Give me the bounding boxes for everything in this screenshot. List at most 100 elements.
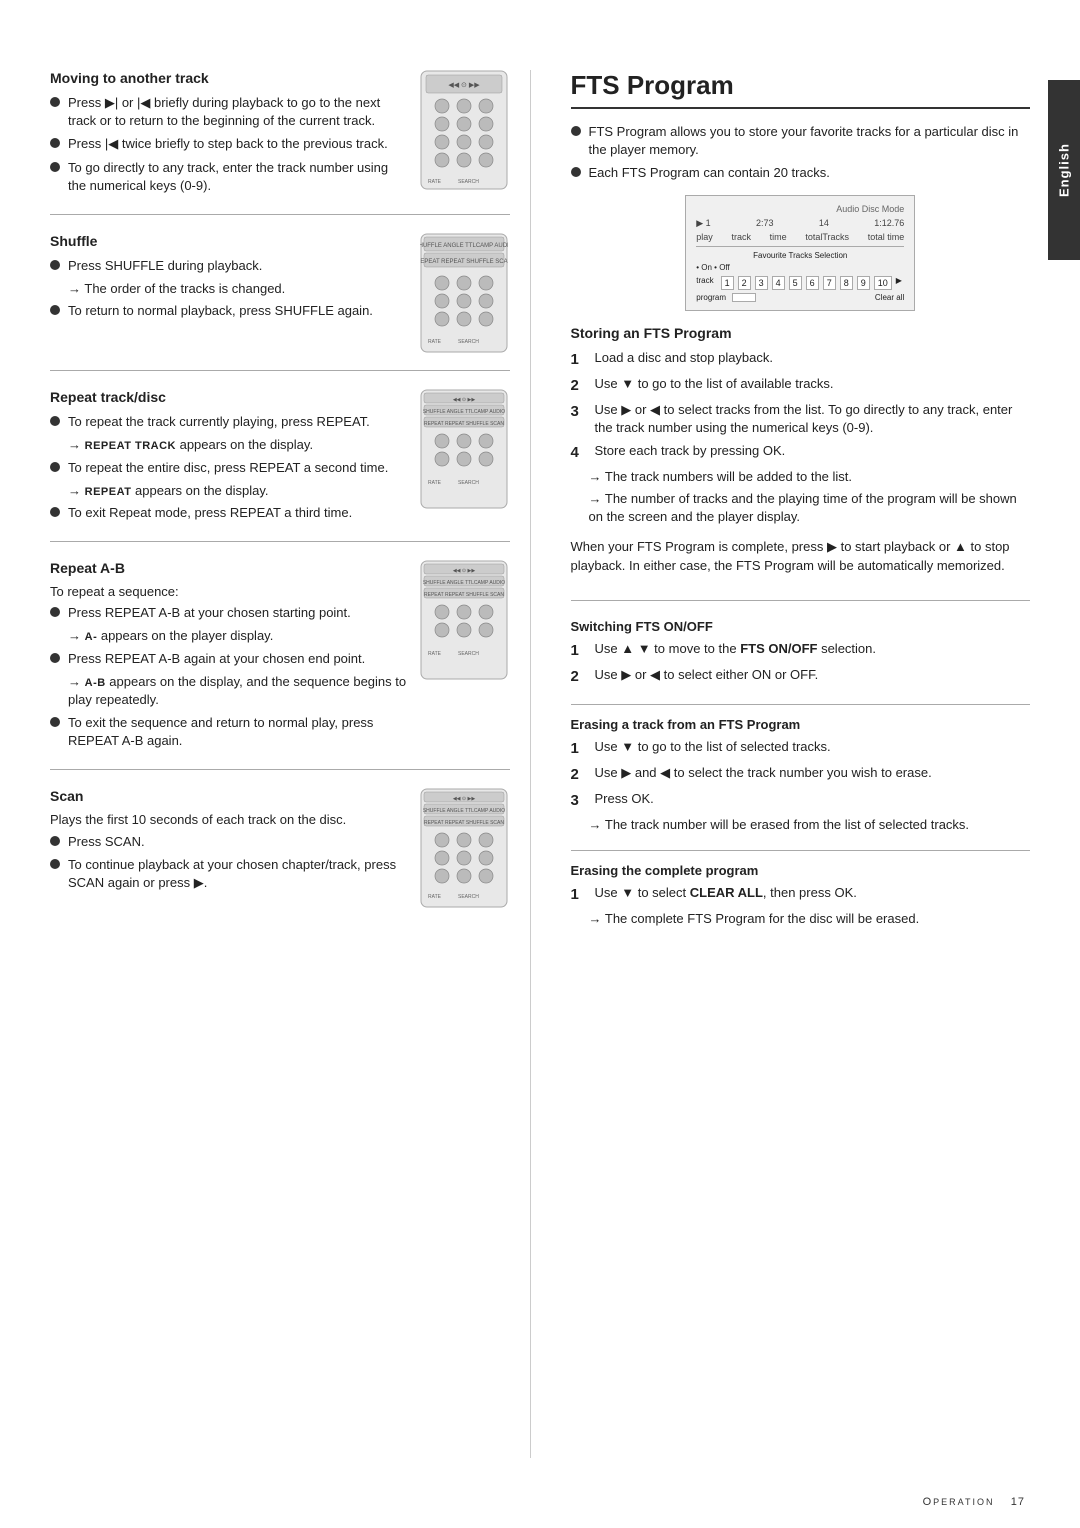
svg-text:◀◀ ⊙ ▶▶: ◀◀ ⊙ ▶▶ (452, 568, 475, 574)
bullet-icon (50, 859, 60, 869)
list-item: 2Use ▶ or ◀ to select either ON or OFF. (571, 666, 1031, 687)
bullet-icon (50, 507, 60, 517)
section-erasing-program: Erasing the complete program 1Use ▼ to s… (571, 863, 1031, 946)
erasing-program-arrow: The complete FTS Program for the disc wi… (589, 910, 1031, 928)
disc-display-section-2: Favourite Tracks Selection • On • Off tr… (696, 246, 904, 302)
switching-steps: 1Use ▲ ▼ to move to the FTS ON/OFF selec… (571, 640, 1031, 687)
erasing-track-arrow: The track number will be erased from the… (589, 816, 1031, 834)
svg-text:RATE: RATE (428, 651, 442, 657)
list-item: Press SCAN. (50, 833, 410, 851)
list-item: To repeat the entire disc, press REPEAT … (50, 459, 410, 477)
svg-text:REPEAT REPEAT SHUFFLE SCAN: REPEAT REPEAT SHUFFLE SCAN (424, 820, 504, 826)
bullet-icon (571, 167, 581, 177)
bullet-icon (50, 97, 60, 107)
disc-display-row-2: play track time totalTracks total time (696, 232, 904, 242)
svg-text:SEARCH: SEARCH (458, 339, 479, 345)
shuffle-bullets: Press SHUFFLE during playback. (50, 257, 410, 275)
list-item: To go directly to any track, enter the t… (50, 159, 410, 195)
list-item: Each FTS Program can contain 20 tracks. (571, 164, 1031, 182)
storing-arrow-2: The number of tracks and the playing tim… (589, 490, 1031, 526)
list-item: 4Store each track by pressing OK. (571, 442, 1031, 463)
section-erasing-track: Erasing a track from an FTS Program 1Use… (571, 717, 1031, 851)
svg-text:◀◀ ⊙ ▶▶: ◀◀ ⊙ ▶▶ (452, 796, 475, 802)
svg-text:REPEAT REPEAT SHUFFLE SCAN: REPEAT REPEAT SHUFFLE SCAN (424, 421, 504, 427)
repeat-ab-arrow-1: A- appears on the player display. (68, 627, 410, 645)
list-item: Press ▶| or |◀ briefly during playback t… (50, 94, 410, 130)
section-storing: Storing an FTS Program 1Load a disc and … (571, 325, 1031, 601)
svg-text:SHUFFLE ANGLE TTLCAMP AUDIO: SHUFFLE ANGLE TTLCAMP AUDIO (420, 243, 508, 249)
section-repeat-title: Repeat track/disc (50, 389, 410, 405)
repeat-arrow-1: Repeat Track appears on the display. (68, 436, 410, 454)
svg-text:REPEAT REPEAT SHUFFLE SCAN: REPEAT REPEAT SHUFFLE SCAN (424, 592, 504, 598)
list-item: Press SHUFFLE during playback. (50, 257, 410, 275)
svg-text:SEARCH: SEARCH (458, 480, 479, 486)
remote-image-repeat: ◀◀ ⊙ ▶▶ SHUFFLE ANGLE TTLCAMP AUDIO REPE… (420, 389, 510, 512)
list-item: 3Use ▶ or ◀ to select tracks from the li… (571, 401, 1031, 437)
bullet-icon (50, 138, 60, 148)
list-item: 1Use ▼ to go to the list of selected tra… (571, 738, 1031, 759)
scan-bullets: Press SCAN. To continue playback at your… (50, 833, 410, 893)
list-item: To continue playback at your chosen chap… (50, 856, 410, 892)
section-moving-title: Moving to another track (50, 70, 410, 86)
erasing-program-steps: 1Use ▼ to select CLEAR ALL, then press O… (571, 884, 1031, 905)
section-shuffle: Shuffle Press SHUFFLE during playback. T… (50, 233, 510, 371)
switching-title: Switching FTS ON/OFF (571, 619, 1031, 634)
svg-text:RATE: RATE (428, 339, 442, 345)
bullet-icon (50, 162, 60, 172)
disc-display-row-1: ▶ 1 2:73 14 1:12.76 (696, 218, 904, 229)
on-off-label: • On • Off (696, 263, 904, 272)
list-item: 2Use ▼ to go to the list of available tr… (571, 375, 1031, 396)
section-moving: Moving to another track Press ▶| or |◀ b… (50, 70, 510, 215)
program-row: program Clear all (696, 293, 904, 302)
disc-track-row: track 12345678910▶ (696, 276, 904, 290)
list-item: To return to normal playback, press SHUF… (50, 302, 410, 320)
svg-text:SHUFFLE ANGLE TTLCAMP AUDIO: SHUFFLE ANGLE TTLCAMP AUDIO (422, 808, 504, 814)
svg-text:SEARCH: SEARCH (458, 651, 479, 657)
list-item: 1Use ▼ to select CLEAR ALL, then press O… (571, 884, 1031, 905)
footer: OPERATION 17 (923, 1496, 1025, 1508)
remote-image-shuffle: SHUFFLE ANGLE TTLCAMP AUDIO REPEAT REPEA… (420, 233, 510, 356)
storing-title: Storing an FTS Program (571, 325, 1031, 341)
moving-bullets: Press ▶| or |◀ briefly during playback t… (50, 94, 410, 195)
section-switching: Switching FTS ON/OFF 1Use ▲ ▼ to move to… (571, 619, 1031, 705)
scan-intro: Plays the first 10 seconds of each track… (50, 812, 410, 827)
repeat-ab-bullets: Press REPEAT A-B at your chosen starting… (50, 604, 410, 622)
svg-text:RATE: RATE (428, 179, 442, 185)
repeat-bullets: To repeat the track currently playing, p… (50, 413, 410, 431)
svg-text:RATE: RATE (428, 894, 442, 900)
remote-image-repeat-ab: ◀◀ ⊙ ▶▶ SHUFFLE ANGLE TTLCAMP AUDIO REPE… (420, 560, 510, 683)
list-item: Press REPEAT A-B at your chosen starting… (50, 604, 410, 622)
bullet-icon (50, 305, 60, 315)
list-item: 3Press OK. (571, 790, 1031, 811)
storing-steps: 1Load a disc and stop playback. 2Use ▼ t… (571, 349, 1031, 463)
repeat-ab-intro: To repeat a sequence: (50, 584, 410, 599)
list-item: Press REPEAT A-B again at your chosen en… (50, 650, 410, 668)
svg-text:REPEAT REPEAT SHUFFLE SCAN: REPEAT REPEAT SHUFFLE SCAN (420, 259, 508, 265)
bullet-icon (50, 653, 60, 663)
erasing-track-title: Erasing a track from an FTS Program (571, 717, 1031, 732)
footer-page-number: 17 (1011, 1496, 1025, 1508)
list-item: 1Load a disc and stop playback. (571, 349, 1031, 370)
repeat-arrow-2: Repeat appears on the display. (68, 482, 410, 500)
svg-text:SEARCH: SEARCH (458, 179, 479, 185)
section-scan: Scan Plays the first 10 seconds of each … (50, 788, 510, 925)
fts-intro-bullets: FTS Program allows you to store your fav… (571, 123, 1031, 183)
section-repeat: Repeat track/disc To repeat the track cu… (50, 389, 510, 542)
footer-operation-label: OPERATION (923, 1496, 995, 1508)
list-item: 2Use ▶ and ◀ to select the track number … (571, 764, 1031, 785)
storing-arrow-1: The track numbers will be added to the l… (589, 468, 1031, 486)
storing-note: When your FTS Program is complete, press… (571, 537, 1031, 576)
section-scan-title: Scan (50, 788, 410, 804)
bullet-icon (50, 607, 60, 617)
left-column: Moving to another track Press ▶| or |◀ b… (50, 70, 531, 1458)
bullet-icon (50, 260, 60, 270)
repeat-bullets-3: To exit Repeat mode, press REPEAT a thir… (50, 504, 410, 522)
section-repeat-ab: Repeat A-B To repeat a sequence: Press R… (50, 560, 510, 770)
repeat-bullets-2: To repeat the entire disc, press REPEAT … (50, 459, 410, 477)
disc-display-header: Audio Disc Mode (696, 204, 904, 214)
repeat-ab-bullets-2: Press REPEAT A-B again at your chosen en… (50, 650, 410, 668)
erasing-track-steps: 1Use ▼ to go to the list of selected tra… (571, 738, 1031, 811)
remote-image-scan: ◀◀ ⊙ ▶▶ SHUFFLE ANGLE TTLCAMP AUDIO REPE… (420, 788, 510, 911)
right-column: FTS Program FTS Program allows you to st… (561, 70, 1031, 1458)
fts-program-title: FTS Program (571, 70, 1031, 109)
